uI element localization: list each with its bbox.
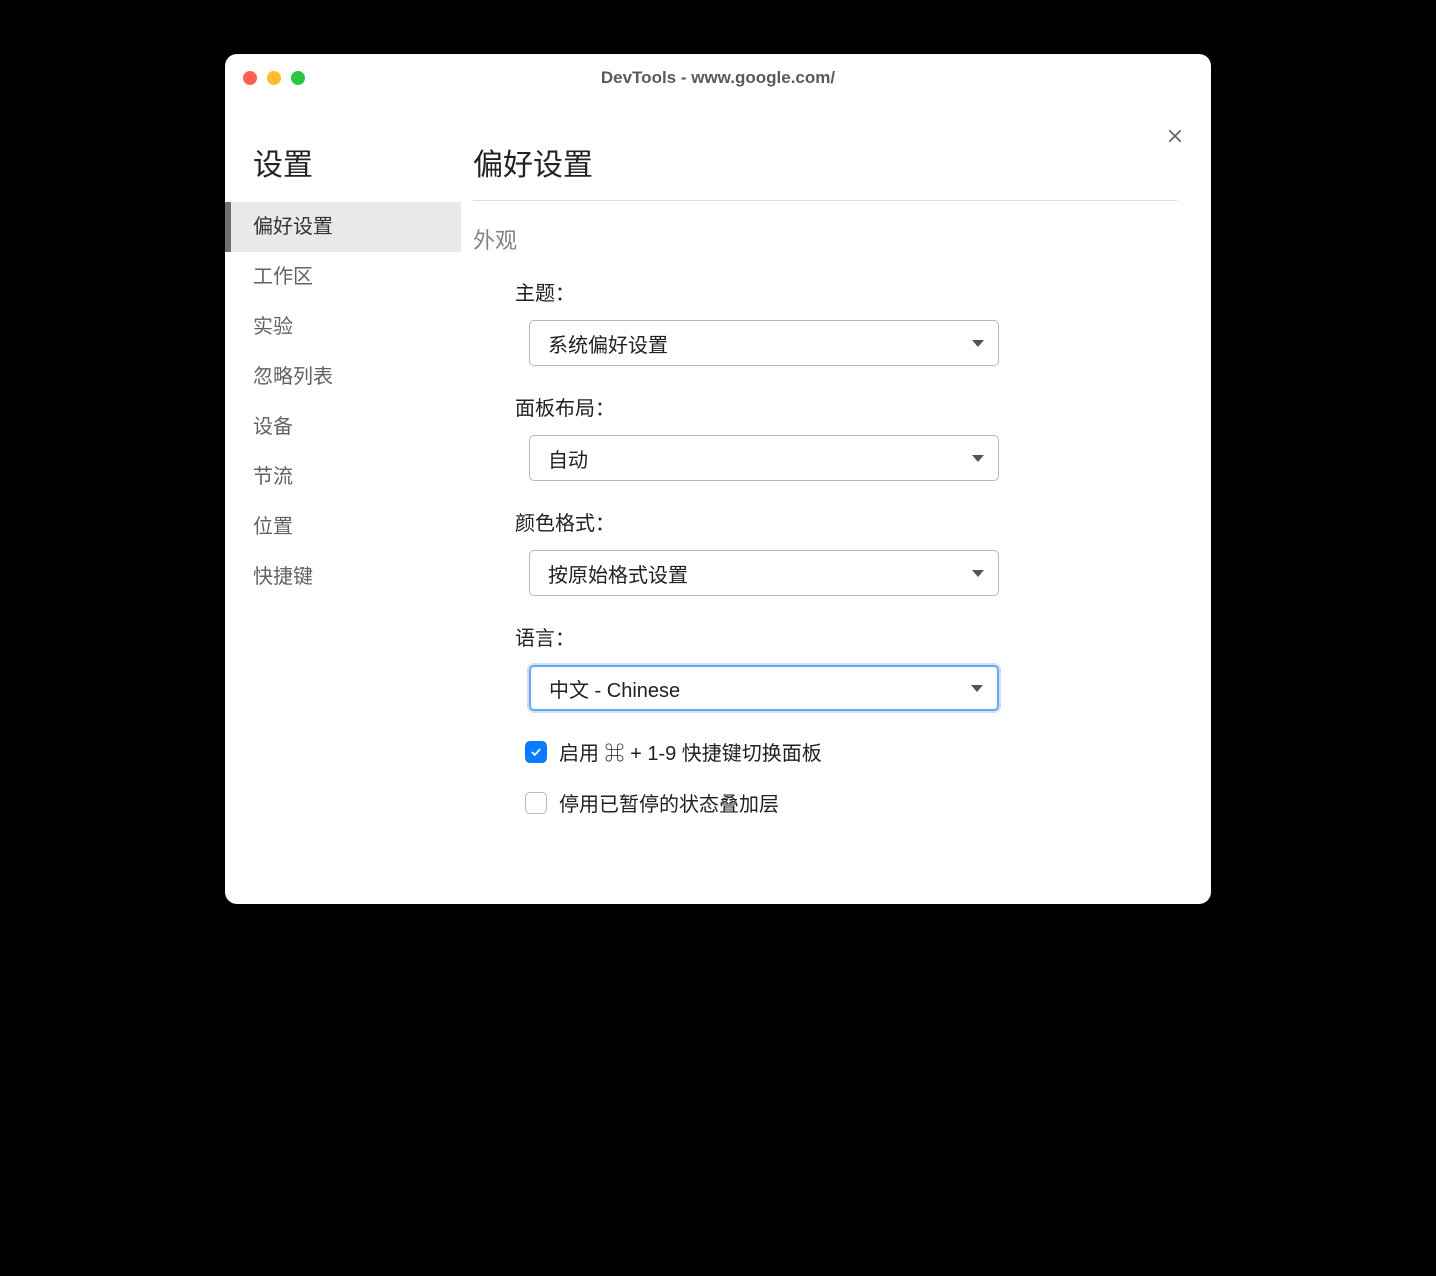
checkbox-icon [525, 741, 547, 763]
language-select-value: 中文 - Chinese [549, 674, 680, 703]
chevron-down-icon [972, 340, 984, 347]
close-icon[interactable] [1163, 124, 1187, 148]
field-panel-layout: 面板布局： 自动 [473, 392, 1177, 481]
chevron-down-icon [972, 570, 984, 577]
devtools-settings-window: DevTools - www.google.com/ 设置 偏好设置 工作区 实… [225, 54, 1211, 904]
checkbox-label: 启用 ⌘ + 1-9 快捷键切换面板 [559, 737, 822, 766]
checkbox-icon [525, 792, 547, 814]
settings-main: 偏好设置 外观 主题： 系统偏好设置 面板布局： 自动 颜色格式： 按 [461, 102, 1211, 904]
minimize-window-button[interactable] [267, 71, 281, 85]
settings-body: 设置 偏好设置 工作区 实验 忽略列表 设备 节流 位置 快捷键 偏好设置 外观… [225, 102, 1211, 904]
titlebar: DevTools - www.google.com/ [225, 54, 1211, 102]
zoom-window-button[interactable] [291, 71, 305, 85]
chevron-down-icon [972, 455, 984, 462]
section-appearance: 外观 [473, 223, 1177, 255]
panel-layout-label: 面板布局： [515, 392, 1177, 421]
close-window-button[interactable] [243, 71, 257, 85]
window-controls [243, 71, 305, 85]
field-theme: 主题： 系统偏好设置 [473, 277, 1177, 366]
theme-label: 主题： [515, 277, 1177, 306]
checkbox-label: 停用已暂停的状态叠加层 [559, 788, 779, 817]
color-format-select[interactable]: 按原始格式设置 [529, 550, 999, 596]
panel-layout-select[interactable]: 自动 [529, 435, 999, 481]
sidebar-item-label: 设备 [253, 416, 293, 438]
page-title: 偏好设置 [473, 140, 1177, 201]
sidebar-item-label: 工作区 [253, 266, 313, 288]
sidebar-item-label: 快捷键 [253, 566, 313, 588]
panel-layout-select-value: 自动 [548, 444, 588, 473]
checkbox-enable-shortcuts[interactable]: 启用 ⌘ + 1-9 快捷键切换面板 [473, 737, 1177, 766]
language-select[interactable]: 中文 - Chinese [529, 665, 999, 711]
sidebar-item-locations[interactable]: 位置 [225, 502, 461, 552]
theme-select[interactable]: 系统偏好设置 [529, 320, 999, 366]
chevron-down-icon [971, 685, 983, 692]
color-format-select-value: 按原始格式设置 [548, 559, 688, 588]
sidebar-item-label: 位置 [253, 516, 293, 538]
sidebar-item-workspace[interactable]: 工作区 [225, 252, 461, 302]
language-label: 语言： [515, 622, 1177, 651]
sidebar-heading: 设置 [225, 140, 461, 202]
sidebar-item-devices[interactable]: 设备 [225, 402, 461, 452]
sidebar-item-ignore-list[interactable]: 忽略列表 [225, 352, 461, 402]
sidebar-item-experiments[interactable]: 实验 [225, 302, 461, 352]
sidebar-item-throttling[interactable]: 节流 [225, 452, 461, 502]
settings-sidebar: 设置 偏好设置 工作区 实验 忽略列表 设备 节流 位置 快捷键 [225, 102, 461, 904]
sidebar-item-shortcuts[interactable]: 快捷键 [225, 552, 461, 602]
field-language: 语言： 中文 - Chinese [473, 622, 1177, 711]
sidebar-item-label: 忽略列表 [253, 366, 333, 388]
field-color-format: 颜色格式： 按原始格式设置 [473, 507, 1177, 596]
sidebar-item-label: 节流 [253, 466, 293, 488]
checkbox-disable-overlay[interactable]: 停用已暂停的状态叠加层 [473, 788, 1177, 817]
sidebar-item-preferences[interactable]: 偏好设置 [225, 202, 461, 252]
window-title: DevTools - www.google.com/ [225, 68, 1211, 88]
sidebar-item-label: 实验 [253, 316, 293, 338]
color-format-label: 颜色格式： [515, 507, 1177, 536]
sidebar-item-label: 偏好设置 [253, 216, 333, 238]
theme-select-value: 系统偏好设置 [548, 329, 668, 358]
